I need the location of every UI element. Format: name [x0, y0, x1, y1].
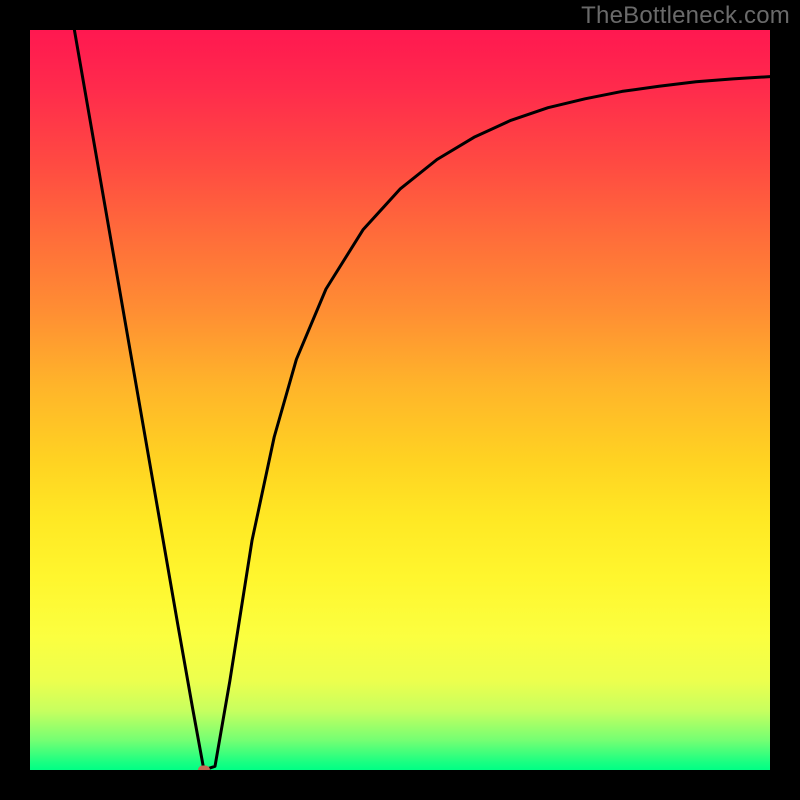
bottleneck-curve	[74, 30, 770, 770]
curve-svg	[30, 30, 770, 770]
plot-area	[30, 30, 770, 770]
minimum-marker	[198, 766, 210, 771]
chart-frame: TheBottleneck.com	[0, 0, 800, 800]
watermark-text: TheBottleneck.com	[581, 2, 790, 30]
